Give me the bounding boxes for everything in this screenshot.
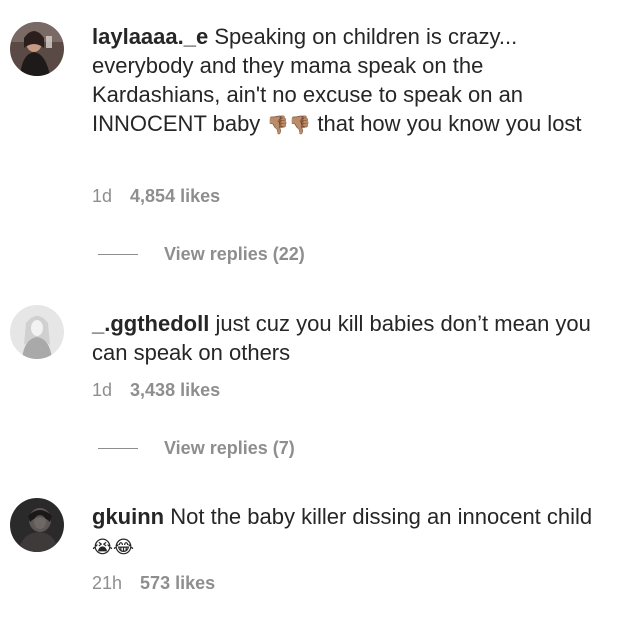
view-replies-label: View replies (7) <box>164 437 295 458</box>
comment-likes[interactable]: 573 likes <box>140 573 215 593</box>
comment-content: Not the baby killer dissing an innocent … <box>170 504 593 529</box>
replies-divider <box>98 253 138 255</box>
crying-laughing-emoji: 😭😂 <box>92 537 135 558</box>
comment-timestamp: 21h <box>92 573 123 593</box>
comment-username[interactable]: laylaaaa._e <box>92 24 208 49</box>
replies-divider <box>98 447 138 449</box>
comment-meta: 1d 3,438 likes <box>92 380 220 401</box>
avatar[interactable] <box>10 498 64 552</box>
avatar[interactable] <box>10 22 64 76</box>
comment-meta: 1d 4,854 likes <box>92 186 220 207</box>
view-replies-button[interactable]: View replies (7) <box>98 436 295 460</box>
comment-text: gkuinn Not the baby killer dissing an in… <box>92 502 612 562</box>
view-replies-label: View replies (22) <box>164 243 305 264</box>
comment-username[interactable]: gkuinn <box>92 504 164 529</box>
comment-likes[interactable]: 3,438 likes <box>130 380 220 400</box>
comment-timestamp: 1d <box>92 186 113 206</box>
avatar-photo-icon <box>10 22 64 76</box>
comment-content-continued: that how you know you lost <box>317 111 582 136</box>
avatar-photo-icon <box>10 305 64 359</box>
comment-text: _.ggthedoll just cuz you kill babies don… <box>92 309 612 367</box>
comment-likes[interactable]: 4,854 likes <box>130 186 220 206</box>
comment-text: laylaaaa._e Speaking on children is craz… <box>92 22 612 140</box>
comment-timestamp: 1d <box>92 380 113 400</box>
view-replies-button[interactable]: View replies (22) <box>98 242 305 266</box>
avatar[interactable] <box>10 305 64 359</box>
thumbs-down-emoji: 👎🏽👎🏽 <box>266 115 312 136</box>
comment-meta: 21h 573 likes <box>92 573 215 594</box>
comment-username[interactable]: _.ggthedoll <box>92 311 209 336</box>
avatar-photo-icon <box>10 498 64 552</box>
